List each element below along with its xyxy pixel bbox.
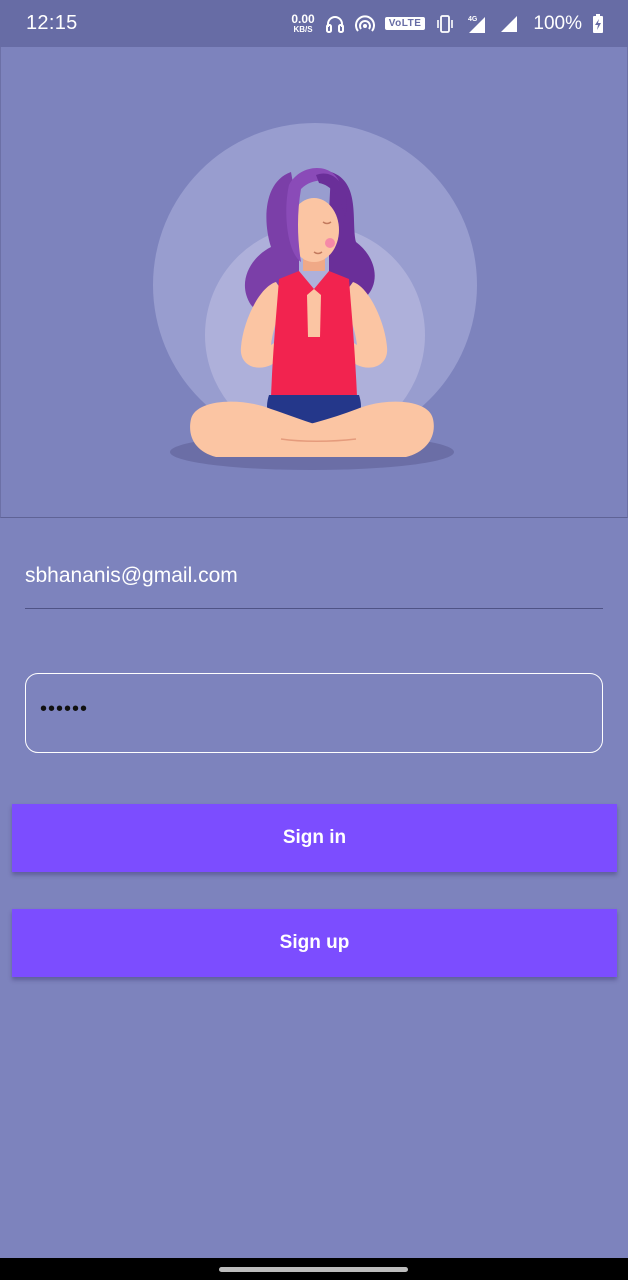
status-icons: 0.00 KB/S VoLTE 4G 100%: [291, 13, 604, 35]
signal-2-icon: [499, 14, 519, 34]
signal-icon: 4G: [465, 14, 489, 34]
sign-up-button[interactable]: Sign up: [12, 909, 617, 977]
password-value: ••••••: [40, 698, 89, 720]
battery-charging-icon: [592, 13, 604, 34]
sign-in-button[interactable]: Sign in: [12, 804, 617, 872]
status-bar: 12:15 0.00 KB/S VoLTE 4G 100%: [0, 0, 628, 47]
hotspot-icon: [354, 14, 375, 34]
navigation-bar: [0, 1258, 628, 1280]
network-speed: 0.00 KB/S: [291, 13, 314, 34]
headphones-icon: [325, 14, 345, 34]
network-speed-unit: KB/S: [293, 25, 313, 34]
hero-illustration: [0, 47, 628, 518]
network-speed-value: 0.00: [291, 12, 315, 26]
email-field[interactable]: sbhananis@gmail.com: [25, 553, 603, 609]
home-handle[interactable]: [219, 1267, 408, 1272]
status-time: 12:15: [26, 12, 78, 34]
password-field[interactable]: ••••••: [25, 673, 603, 753]
battery-percent: 100%: [533, 12, 582, 34]
vibrate-icon: [435, 14, 455, 34]
svg-text:4G: 4G: [468, 16, 478, 23]
volte-badge: VoLTE: [384, 17, 426, 30]
meditating-woman-illustration: [153, 123, 477, 470]
email-value: sbhananis@gmail.com: [25, 564, 238, 587]
